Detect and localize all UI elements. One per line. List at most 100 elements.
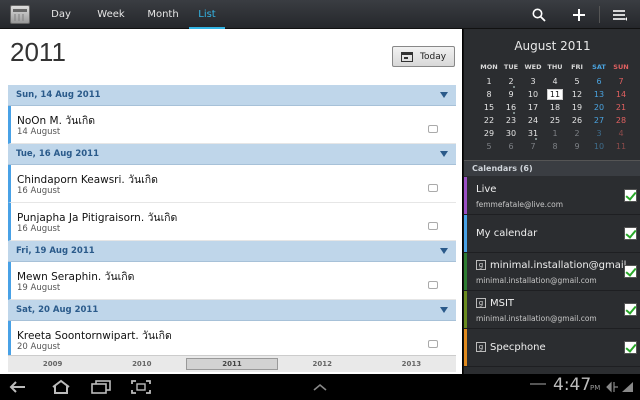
year-2010[interactable]: 2010 [97, 356, 186, 372]
calendar-day[interactable]: 21 [610, 101, 632, 114]
calendar-name-label: MSIT [490, 298, 515, 309]
day-number: 17 [527, 103, 539, 112]
calendar-day[interactable]: 31 [522, 127, 544, 140]
calendar-day[interactable]: 15 [478, 101, 500, 114]
calendar-day[interactable]: 4 [544, 75, 566, 88]
calendar-item[interactable]: g MSIT minimal.installation@gmail.com [464, 291, 640, 329]
calendar-day[interactable]: 4 [610, 127, 632, 140]
notification-icons[interactable] [603, 377, 637, 397]
calendar-day[interactable]: 13 [588, 88, 610, 101]
calendar-day[interactable]: 17 [522, 101, 544, 114]
plus-icon[interactable] [559, 0, 599, 29]
calendar-day[interactable]: 28 [610, 114, 632, 127]
day-header[interactable]: Sun, 14 Aug 2011 [8, 85, 456, 106]
back-icon[interactable] [5, 377, 35, 397]
calendar-name: g Specphone [476, 342, 546, 353]
chevron-up-icon[interactable] [305, 377, 335, 397]
calendar-day[interactable]: 19 [566, 101, 588, 114]
calendar-day[interactable]: 11 [610, 140, 632, 153]
tab-week[interactable]: Week [82, 0, 140, 29]
calendar-checkbox[interactable] [624, 189, 637, 202]
week-row: 1 2 3 4 5 6 7 [478, 75, 632, 88]
year-2009[interactable]: 2009 [8, 356, 97, 372]
calendar-day[interactable]: 9 [500, 88, 522, 101]
year-2013[interactable]: 2013 [367, 356, 456, 372]
day-header[interactable]: Sat, 20 Aug 2011 [8, 300, 456, 321]
calendar-day[interactable]: 10 [522, 88, 544, 101]
calendar-item[interactable]: Live femmefatale@live.com [464, 177, 640, 215]
calendar-day[interactable]: 14 [610, 88, 632, 101]
event-item[interactable]: Mewn Seraphin. วันเกิด 19 August [8, 262, 456, 300]
calendar-day[interactable]: 11 [544, 88, 566, 101]
calendar-day[interactable]: 12 [566, 88, 588, 101]
calendar-day[interactable]: 8 [544, 140, 566, 153]
calendar-day[interactable]: 20 [588, 101, 610, 114]
page-title: 2011 [10, 37, 66, 67]
event-item[interactable]: NoOn M. วันเกิด 14 August [8, 106, 456, 144]
calendar-checkbox[interactable] [624, 265, 637, 278]
calendar-day[interactable]: 7 [610, 75, 632, 88]
calendar-day[interactable]: 29 [478, 127, 500, 140]
year-2011[interactable]: 2011 [186, 358, 278, 370]
calendar-day[interactable]: 2 [500, 75, 522, 88]
day-header-label: Sun, 14 Aug 2011 [16, 90, 101, 100]
calendar-item[interactable]: My calendar [464, 215, 640, 253]
calendar-day[interactable]: 25 [544, 114, 566, 127]
calendar-day[interactable]: 1 [478, 75, 500, 88]
tab-day[interactable]: Day [40, 0, 82, 29]
day-number: 5 [574, 77, 580, 86]
calendar-day[interactable]: 3 [588, 127, 610, 140]
calendar-day[interactable]: 2 [566, 127, 588, 140]
event-item[interactable]: Kreeta Soontornwipart. วันเกิด 20 August [8, 321, 456, 355]
calendar-day[interactable]: 10 [588, 140, 610, 153]
calendar-day[interactable]: 1 [544, 127, 566, 140]
event-date: 16 August [17, 186, 61, 196]
year-2012[interactable]: 2012 [278, 356, 367, 372]
calendar-day[interactable]: 23 [500, 114, 522, 127]
event-item[interactable]: Punjapha Ja Pitigraisorn. วันเกิด 16 Aug… [8, 203, 456, 241]
search-icon[interactable] [519, 0, 559, 29]
repeat-icon [428, 184, 438, 192]
calendar-day[interactable]: 5 [566, 75, 588, 88]
calendar-item[interactable]: g Specphone [464, 329, 640, 367]
day-number: 11 [615, 142, 627, 151]
menu-icon[interactable] [600, 0, 640, 29]
calendar-day[interactable]: 24 [522, 114, 544, 127]
calendar-app-icon[interactable] [10, 5, 30, 24]
today-label: Today [420, 51, 447, 62]
calendar-day[interactable]: 22 [478, 114, 500, 127]
day-number: 21 [615, 103, 627, 112]
calendar-item[interactable]: g minimal.installation@gmail minimal.insta… [464, 253, 640, 291]
day-number: 10 [527, 90, 539, 99]
today-button[interactable]: Today [392, 46, 455, 67]
calendar-checkbox[interactable] [624, 303, 637, 316]
day-header-label: Fri, 19 Aug 2011 [16, 246, 95, 256]
calendar-day[interactable]: 6 [500, 140, 522, 153]
calendar-day[interactable]: 30 [500, 127, 522, 140]
calendar-day[interactable]: 9 [566, 140, 588, 153]
calendar-day[interactable]: 27 [588, 114, 610, 127]
calendar-day[interactable]: 16 [500, 101, 522, 114]
day-header[interactable]: Tue, 16 Aug 2011 [8, 144, 456, 165]
calendar-day[interactable]: 5 [478, 140, 500, 153]
recent-apps-icon[interactable] [86, 377, 116, 397]
calendar-checkbox[interactable] [624, 227, 637, 240]
calendar-name: My calendar [476, 228, 537, 239]
calendar-day[interactable]: 7 [522, 140, 544, 153]
tab-list[interactable]: List [189, 0, 225, 29]
home-icon[interactable] [46, 377, 76, 397]
calendar-checkbox[interactable] [624, 341, 637, 354]
calendar-day[interactable]: 3 [522, 75, 544, 88]
clock-ampm: PM [590, 384, 601, 392]
calendar-day[interactable]: 26 [566, 114, 588, 127]
screenshot-icon[interactable] [126, 377, 156, 397]
day-number: 7 [618, 77, 624, 86]
tab-month[interactable]: Month [140, 0, 186, 29]
calendar-name-label: Specphone [490, 342, 546, 353]
event-item[interactable]: Chindaporn Keawsri. วันเกิด 16 August [8, 165, 456, 203]
clock-time[interactable]: 4:47 [553, 375, 591, 395]
calendar-day[interactable]: 6 [588, 75, 610, 88]
day-header[interactable]: Fri, 19 Aug 2011 [8, 241, 456, 262]
calendar-day[interactable]: 18 [544, 101, 566, 114]
calendar-day[interactable]: 8 [478, 88, 500, 101]
